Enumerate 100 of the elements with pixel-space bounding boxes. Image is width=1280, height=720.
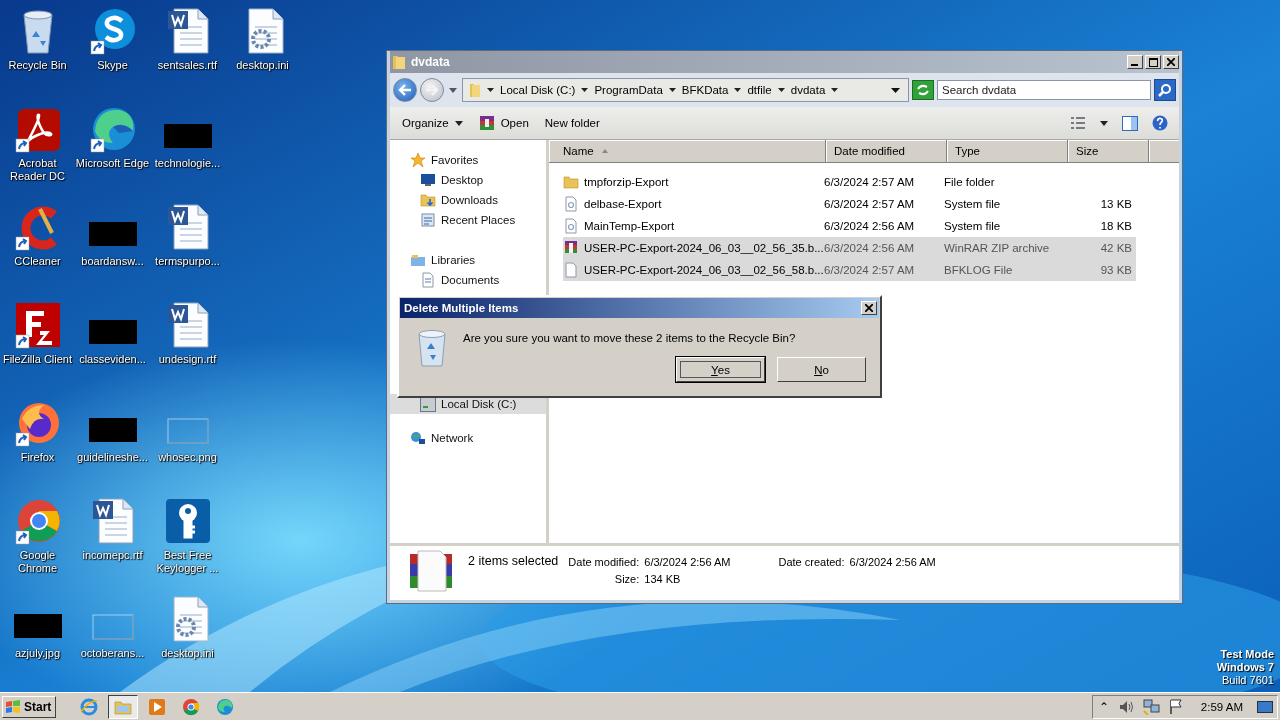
start-button[interactable]: Start <box>2 695 57 718</box>
file-row[interactable]: USER-PC-Export-2024_06_03__02_56_35.b...6/3/2024 2:56 AM WinRAR ZIP archive 42 KB <box>563 237 1136 259</box>
show-desktop-button[interactable] <box>1257 700 1273 713</box>
nav-item[interactable]: Libraries <box>390 250 546 270</box>
browser-icon <box>216 697 235 716</box>
detail-value: 134 KB <box>644 573 682 585</box>
flag-icon[interactable] <box>1168 699 1183 714</box>
dropdown-icon[interactable] <box>891 87 900 93</box>
icon-label[interactable]: Microsoft Edge <box>75 157 150 170</box>
forward-arrow-icon <box>425 84 439 96</box>
close-icon <box>865 304 873 312</box>
taskbar-button[interactable] <box>108 694 139 719</box>
search-icon <box>1158 83 1172 97</box>
speaker-icon[interactable] <box>1118 699 1135 714</box>
browser-icon[interactable] <box>13 497 62 545</box>
nav-item[interactable]: Documents <box>390 270 546 290</box>
column-header[interactable]: Name <box>549 140 826 162</box>
caret-icon[interactable] <box>581 88 589 92</box>
redacted-block[interactable] <box>88 418 137 442</box>
icon-label[interactable]: Recycle Bin <box>0 59 75 72</box>
table-cell-text: 18 KB <box>1099 220 1132 232</box>
document-icon <box>420 272 436 288</box>
dialog-button[interactable]: No <box>777 357 866 382</box>
file-name: delbase-Export <box>584 198 662 210</box>
nav-item[interactable]: Network <box>390 428 546 448</box>
folder-icon <box>392 54 406 70</box>
caret-icon[interactable] <box>777 88 785 92</box>
file-name: tmpforzip-Export <box>584 176 669 188</box>
dialog-button[interactable]: Yes <box>676 357 765 382</box>
close-button[interactable] <box>861 301 877 315</box>
key-icon[interactable] <box>163 497 212 545</box>
maximize-button[interactable] <box>1145 55 1161 69</box>
column-header[interactable]: Size <box>1068 140 1149 162</box>
breadcrumb-item[interactable]: BFKData <box>681 84 729 96</box>
caret-icon[interactable] <box>668 88 676 92</box>
app-icon[interactable] <box>13 301 62 349</box>
help-icon <box>1152 115 1168 131</box>
media-player-icon <box>148 697 167 716</box>
caret-icon[interactable] <box>487 88 494 92</box>
file-row[interactable]: USER-PC-Export-2024_06_03__02_56_58.b...6/3/2024 2:57 AM BFKLOG File 93 KB <box>563 259 1136 281</box>
breadcrumb-item[interactable]: dtfile <box>747 84 772 96</box>
search-field[interactable]: Search dvdata <box>937 80 1151 100</box>
icon-label[interactable]: azjuly.jpg <box>0 647 75 660</box>
watermark-text: Windows 7 <box>1216 661 1274 674</box>
icon-label[interactable]: sentsales.rtf <box>150 59 225 72</box>
breadcrumb-item[interactable]: ProgramData <box>594 84 663 96</box>
file-row[interactable]: tmpforzip-Export 6/3/2024 2:57 AM File folder <box>563 171 1136 193</box>
icon-label[interactable]: FileZilla Client <box>0 353 75 366</box>
minimize-button[interactable] <box>1127 55 1143 69</box>
network-icon <box>410 430 426 446</box>
menu-button[interactable]: Organize <box>396 113 469 133</box>
icon-label[interactable]: undesign.rtf <box>150 353 225 366</box>
icon-label[interactable]: desktop.ini <box>225 59 300 72</box>
caret-icon[interactable] <box>831 88 839 92</box>
browser-icon[interactable] <box>88 105 137 153</box>
file-row[interactable]: MainTemp-Export 6/3/2024 2:56 AM System file 18 KB <box>563 215 1136 237</box>
icon-label[interactable]: technologie... <box>150 157 225 170</box>
nav-item[interactable]: Recent Places <box>390 210 546 230</box>
caret-icon[interactable] <box>734 88 742 92</box>
icon-label[interactable]: guidelineshe... <box>75 451 150 464</box>
icon-label[interactable]: Firefox <box>0 451 75 464</box>
file-icon <box>563 262 579 278</box>
column-header[interactable]: Date modified <box>826 140 947 162</box>
icon-label[interactable]: classeviden... <box>75 353 150 366</box>
breadcrumb-item[interactable]: dvdata <box>790 84 826 96</box>
caret-icon <box>1100 120 1108 126</box>
icon-label[interactable]: termspurpo... <box>150 255 225 268</box>
icon-label[interactable]: Skype <box>75 59 150 72</box>
back-button[interactable] <box>393 78 417 102</box>
nav-item[interactable]: Favorites <box>390 150 546 170</box>
icon-label[interactable]: boardansw... <box>75 255 150 268</box>
forward-button[interactable] <box>420 78 444 102</box>
list-view-icon <box>1070 116 1086 130</box>
address-bar[interactable]: Local Disk (C:) ProgramData BFKData dtfile dvdata <box>462 78 909 102</box>
nav-item[interactable]: Downloads <box>390 190 546 210</box>
icon-label[interactable]: Google Chrome <box>0 549 75 575</box>
table-cell-text: File folder <box>944 176 996 188</box>
toolbar-button[interactable]: Open <box>472 111 535 135</box>
table-cell-text: 6/3/2024 2:56 AM <box>824 242 916 254</box>
refresh-button[interactable] <box>912 80 934 100</box>
detail-label: Date modified: <box>568 556 640 568</box>
column-header[interactable]: Type <box>947 140 1068 162</box>
recycle-bin-icon <box>417 329 447 367</box>
icon-label[interactable]: CCleaner <box>0 255 75 268</box>
table-cell-text: 6/3/2024 2:57 AM <box>824 198 916 210</box>
table-cell-text: 6/3/2024 2:57 AM <box>824 176 916 188</box>
nav-item[interactable]: Desktop <box>390 170 546 190</box>
network-icon[interactable] <box>1142 698 1161 715</box>
tray-expand-button[interactable]: ⌃ <box>1096 699 1111 714</box>
redacted-block[interactable] <box>13 614 62 638</box>
breadcrumb-item[interactable]: Local Disk (C:) <box>500 84 576 96</box>
clock[interactable]: 2:59 AM <box>1200 700 1243 713</box>
toolbar-button[interactable]: New folder <box>538 113 606 133</box>
app-icon[interactable] <box>88 7 137 55</box>
caret-icon[interactable] <box>449 87 457 93</box>
file-row[interactable]: delbase-Export 6/3/2024 2:57 AM System file 13 KB <box>563 193 1136 215</box>
icon-label[interactable]: Acrobat Reader DC <box>0 157 75 183</box>
close-button[interactable] <box>1163 55 1179 69</box>
folder-icon <box>469 82 481 98</box>
search-button[interactable] <box>1154 79 1176 101</box>
